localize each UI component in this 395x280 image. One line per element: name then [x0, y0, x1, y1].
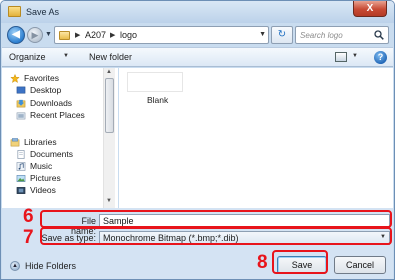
sidebar-item-label: Pictures	[30, 173, 61, 183]
sidebar-item-label: Downloads	[30, 98, 73, 108]
chevron-down-icon[interactable]: ▼	[63, 53, 69, 59]
save-type-highlight	[40, 227, 392, 245]
file-list: Blank	[119, 68, 393, 208]
new-folder-button[interactable]: New folder	[89, 52, 132, 62]
sidebar-item-label: Music	[30, 161, 53, 171]
navigation-scrollbar[interactable]: ▲ ▼	[103, 68, 115, 208]
sidebar-item-label: Libraries	[24, 137, 57, 147]
cancel-button[interactable]: Cancel	[334, 256, 386, 274]
step-number-7: 7	[23, 227, 34, 248]
folder-icon	[59, 31, 70, 40]
sidebar-item-label: Desktop	[30, 85, 62, 95]
star-icon	[10, 74, 20, 83]
sidebar-item-label: Recent Places	[30, 110, 85, 120]
breadcrumb-separator[interactable]: ▶	[75, 31, 80, 39]
command-bar: Organize ▼ New folder ▼ ?	[2, 47, 393, 67]
step-number-6: 6	[23, 206, 34, 227]
sidebar-item-label: Videos	[30, 185, 56, 195]
breadcrumb-logo[interactable]: logo	[120, 30, 137, 40]
view-options-icon[interactable]	[335, 52, 347, 62]
sidebar-item-label: Favorites	[24, 73, 59, 83]
forward-button[interactable]: ▶	[27, 27, 43, 43]
refresh-icon: ↻	[277, 29, 287, 40]
desktop-icon	[16, 86, 26, 94]
help-icon[interactable]: ?	[374, 51, 387, 64]
scroll-down-icon[interactable]: ▼	[106, 198, 112, 204]
address-bar[interactable]: ▶ A207 ▶ logo ▼	[54, 26, 269, 44]
search-icon[interactable]	[374, 30, 384, 40]
navigation-pane: Favorites Desktop Downloads Recent Place…	[2, 68, 118, 208]
save-button-highlight	[272, 250, 328, 274]
videos-icon	[16, 187, 26, 194]
chevron-down-icon[interactable]: ▼	[352, 53, 358, 59]
recent-places-icon	[16, 112, 26, 120]
hide-folders-label: Hide Folders	[25, 261, 77, 271]
close-button[interactable]: X	[353, 1, 387, 17]
downloads-icon	[16, 99, 26, 108]
documents-icon	[17, 150, 25, 159]
file-item-label[interactable]: Blank	[147, 95, 168, 105]
window-title: Save As	[26, 7, 60, 17]
organize-menu[interactable]: Organize	[9, 52, 46, 62]
pictures-icon	[16, 175, 26, 182]
breadcrumb-separator[interactable]: ▶	[110, 31, 115, 39]
search-input[interactable]	[300, 29, 374, 42]
title-bar: Save As X	[1, 1, 394, 23]
breadcrumb-a207[interactable]: A207	[85, 30, 106, 40]
file-name-highlight	[40, 210, 392, 228]
music-icon	[16, 162, 26, 171]
back-button[interactable]: ◀	[7, 26, 25, 44]
refresh-button[interactable]: ↻	[271, 26, 293, 44]
sidebar-item-label: Documents	[30, 149, 73, 159]
libraries-icon	[10, 138, 20, 147]
file-thumbnail[interactable]	[127, 72, 183, 92]
chevron-up-icon: ▲	[10, 261, 20, 271]
chevron-down-icon[interactable]: ▼	[259, 31, 266, 38]
scroll-up-icon[interactable]: ▲	[106, 69, 112, 75]
recent-pages-dropdown[interactable]: ▼	[45, 31, 52, 38]
scrollbar-thumb[interactable]	[105, 78, 114, 133]
navigation-bar: ◀ ▶ ▼ ▶ A207 ▶ logo ▼ ↻	[1, 23, 394, 47]
step-number-8: 8	[257, 252, 268, 273]
folder-icon	[8, 6, 21, 17]
search-box[interactable]	[295, 26, 389, 44]
